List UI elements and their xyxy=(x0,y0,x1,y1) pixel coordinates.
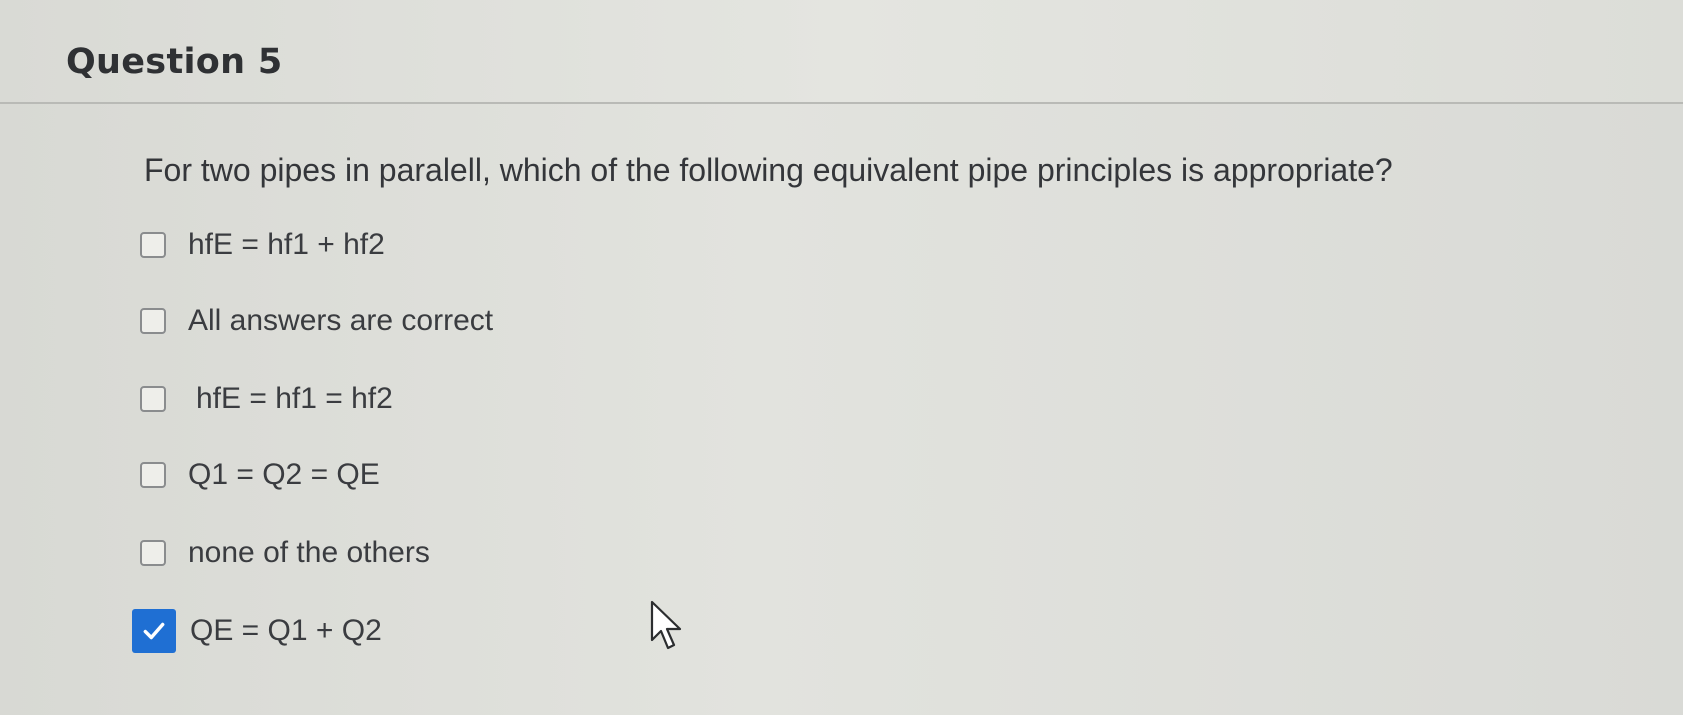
question-prompt: For two pipes in paralell, which of the … xyxy=(144,152,1393,188)
answer-option-6[interactable]: QE = Q1 + Q2 xyxy=(132,606,382,656)
option-checkbox[interactable] xyxy=(140,308,166,334)
answer-option-2[interactable]: All answers are correct xyxy=(140,296,493,346)
option-label: Q1 = Q2 = QE xyxy=(188,458,380,491)
option-label: QE = Q1 + Q2 xyxy=(190,614,382,647)
answer-option-5[interactable]: none of the others xyxy=(140,528,430,578)
option-label: none of the others xyxy=(188,536,430,569)
quiz-page: Question 5 For two pipes in paralell, wh… xyxy=(0,0,1683,715)
option-label: hfE = hf1 = hf2 xyxy=(196,382,393,415)
answer-option-3[interactable]: hfE = hf1 = hf2 xyxy=(140,374,393,424)
option-checkbox[interactable] xyxy=(140,232,166,258)
mouse-pointer-icon xyxy=(650,600,682,650)
option-checkbox[interactable] xyxy=(140,540,166,566)
question-header: Question 5 xyxy=(0,0,1683,104)
option-label: hfE = hf1 + hf2 xyxy=(188,228,385,261)
option-checkbox-checked[interactable] xyxy=(132,609,176,653)
answer-option-4[interactable]: Q1 = Q2 = QE xyxy=(140,450,380,500)
option-label: All answers are correct xyxy=(188,304,494,337)
checkmark-icon xyxy=(143,622,165,640)
option-checkbox[interactable] xyxy=(140,462,166,488)
option-checkbox[interactable] xyxy=(140,386,166,412)
question-title: Question 5 xyxy=(66,42,283,82)
answer-option-1[interactable]: hfE = hf1 + hf2 xyxy=(140,220,385,270)
